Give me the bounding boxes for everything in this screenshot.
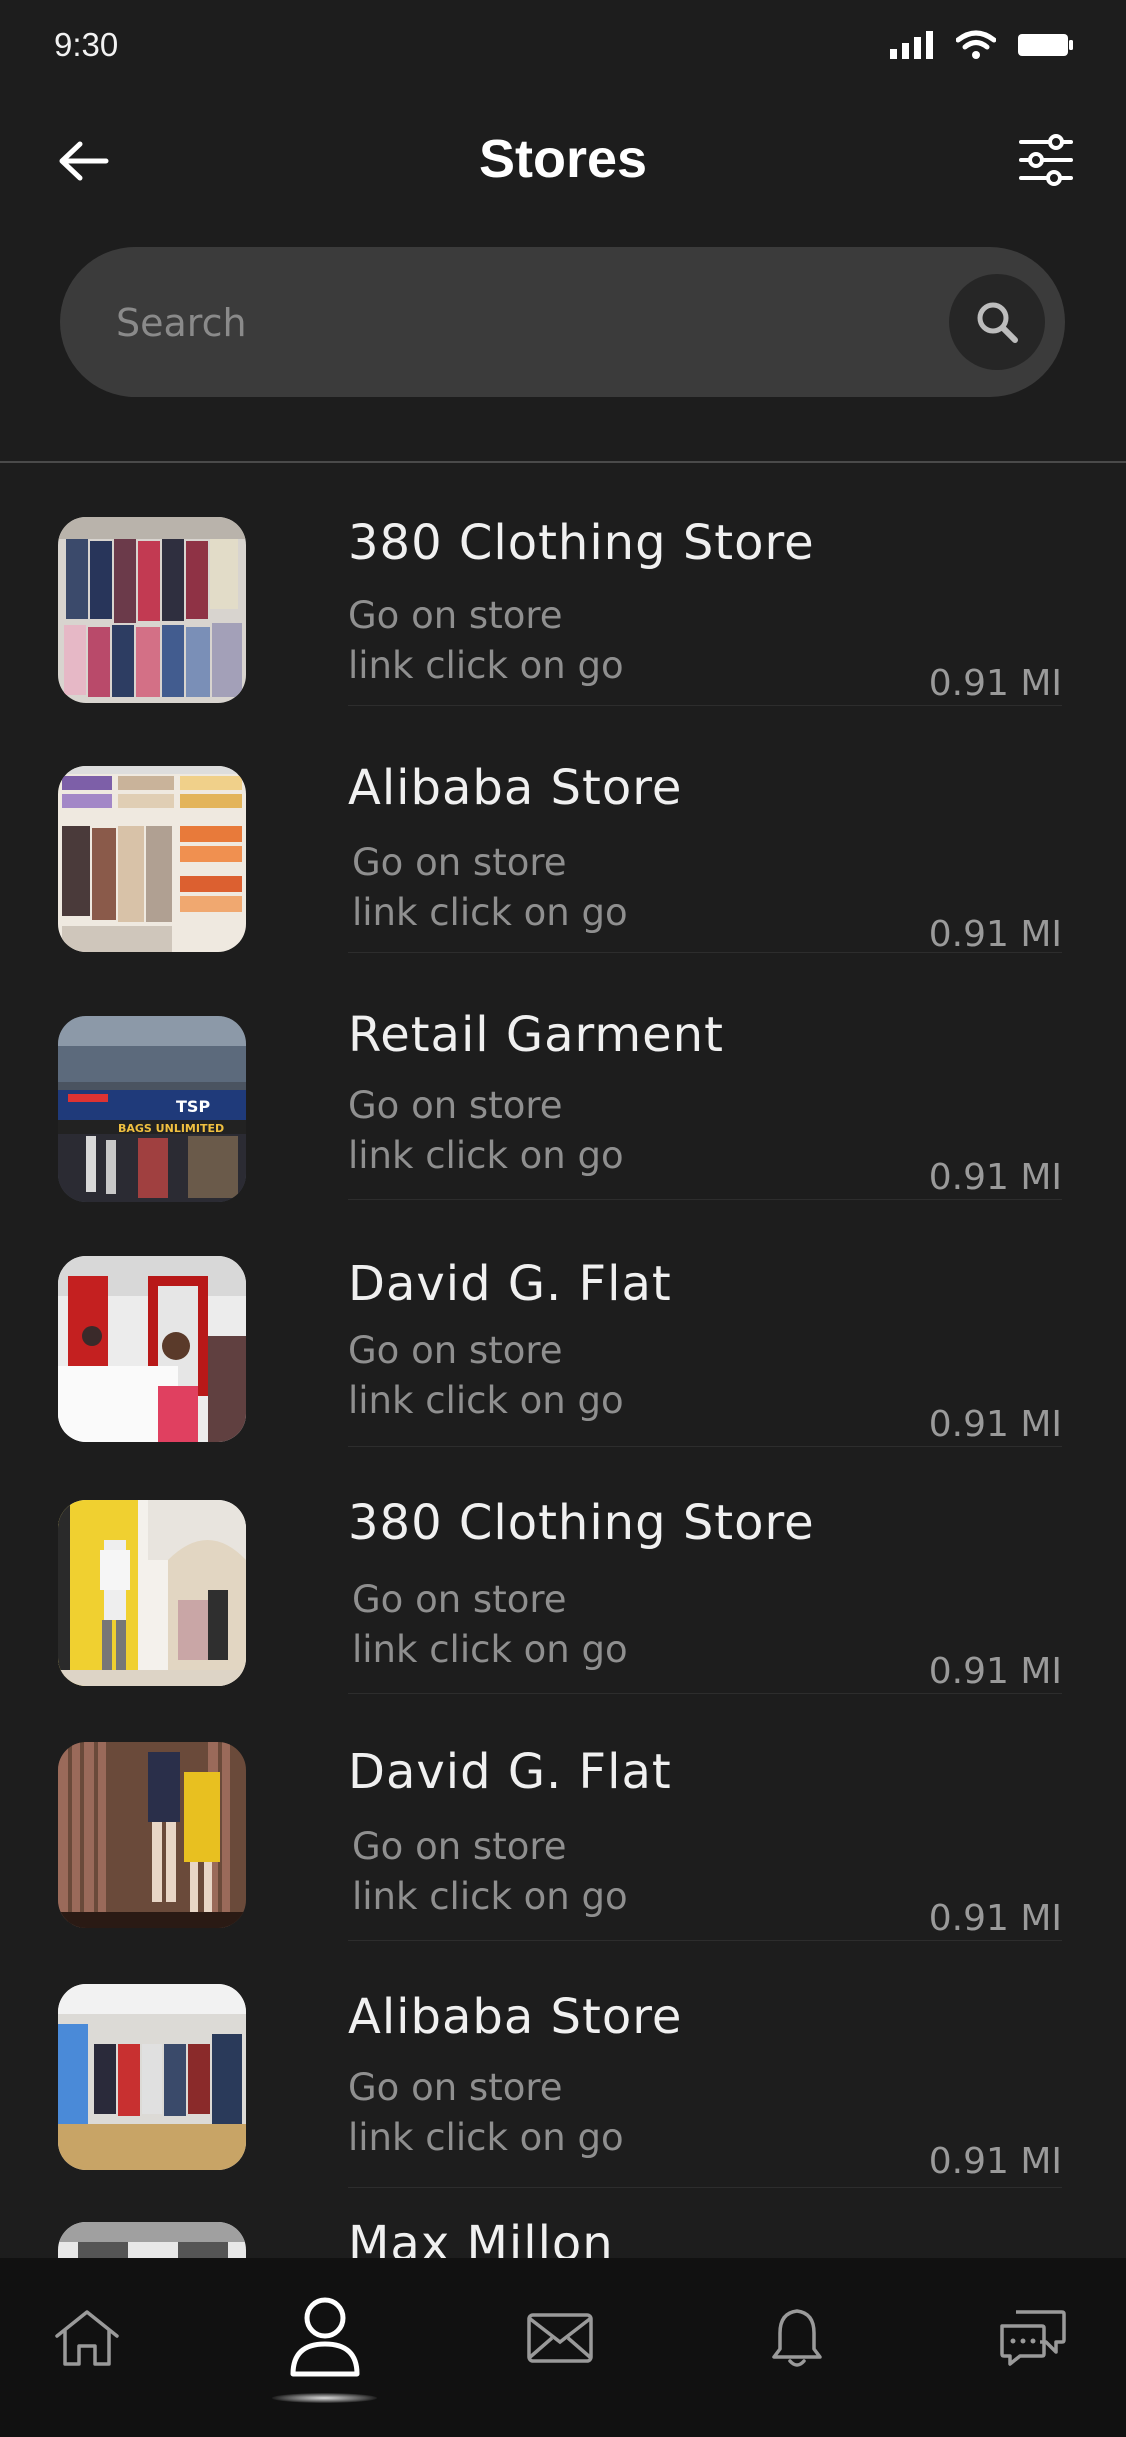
store-distance: 0.91 MI xyxy=(928,914,1062,955)
store-description-line: Go on store xyxy=(348,1329,563,1372)
store-item[interactable]: TSP BAGS UNLIMITED Retail Garment Go on … xyxy=(0,957,1126,1202)
store-thumbnail xyxy=(58,1742,246,1928)
home-icon xyxy=(55,2310,119,2366)
active-indicator xyxy=(272,2393,377,2403)
bottom-nav xyxy=(0,2258,1126,2437)
filter-button[interactable] xyxy=(1018,132,1074,188)
store-item[interactable]: David G. Flat Go on store link click on … xyxy=(0,1204,1126,1447)
store-description-line: Go on store xyxy=(352,1578,567,1621)
profile-icon xyxy=(290,2297,360,2377)
search-icon xyxy=(977,302,1018,343)
chat-icon xyxy=(1000,2310,1066,2366)
store-description-line: link click on go xyxy=(348,1379,624,1422)
store-description-line: link click on go xyxy=(348,2116,624,2159)
store-description-line: link click on go xyxy=(348,1134,624,1177)
store-description-line: Go on store xyxy=(348,2066,563,2109)
store-name: 380 Clothing Store xyxy=(348,515,815,571)
store-name: Retail Garment xyxy=(348,1007,724,1063)
store-distance: 0.91 MI xyxy=(928,1651,1062,1692)
store-thumbnail xyxy=(58,1984,246,2170)
signage-text: TSP xyxy=(176,1097,210,1116)
store-item[interactable]: 380 Clothing Store Go on store link clic… xyxy=(0,1451,1126,1694)
store-description-line: link click on go xyxy=(352,1628,628,1671)
store-list: 380 Clothing Store Go on store link clic… xyxy=(0,463,1126,2258)
store-thumbnail xyxy=(58,1500,246,1686)
item-divider xyxy=(348,1940,1062,1941)
store-item[interactable]: Alibaba Store Go on store link click on … xyxy=(0,710,1126,955)
store-description-line: Go on store xyxy=(348,594,563,637)
item-divider xyxy=(348,952,1062,953)
search-input[interactable] xyxy=(114,247,918,399)
wifi-icon xyxy=(956,30,996,59)
item-divider xyxy=(348,1693,1062,1694)
status-icons xyxy=(890,30,1074,60)
store-description: Go on store link click on go xyxy=(348,591,808,691)
store-thumbnail xyxy=(58,517,246,703)
store-name: 380 Clothing Store xyxy=(348,1495,815,1551)
store-description: Go on store link click on go xyxy=(352,1575,812,1675)
store-item[interactable]: Max Millon xyxy=(0,2192,1126,2258)
store-name: David G. Flat xyxy=(348,1744,672,1800)
store-distance: 0.91 MI xyxy=(928,1898,1062,1939)
store-thumbnail xyxy=(58,1256,246,1442)
battery-icon xyxy=(1018,34,1073,56)
status-time: 9:30 xyxy=(54,26,119,63)
bell-icon xyxy=(772,2309,822,2367)
store-distance: 0.91 MI xyxy=(928,2141,1062,2182)
store-distance: 0.91 MI xyxy=(928,663,1062,704)
store-description-line: link click on go xyxy=(352,1875,628,1918)
store-description-line: link click on go xyxy=(348,644,624,687)
mail-icon xyxy=(527,2313,593,2363)
nav-home[interactable] xyxy=(42,2288,132,2388)
store-item[interactable]: Alibaba Store Go on store link click on … xyxy=(0,1945,1126,2188)
page-title: Stores xyxy=(478,129,648,189)
store-description: Go on store link click on go xyxy=(348,1081,808,1181)
store-item[interactable]: 380 Clothing Store Go on store link clic… xyxy=(0,463,1126,706)
store-description-line: Go on store xyxy=(352,1825,567,1868)
item-divider xyxy=(348,1199,1062,1200)
store-name: Alibaba Store xyxy=(348,1989,683,2045)
search-bar xyxy=(60,247,1065,399)
store-description-line: Go on store xyxy=(348,1084,563,1127)
nav-mail[interactable] xyxy=(515,2288,605,2388)
store-name: Max Millon xyxy=(348,2216,614,2258)
signage-text: BAGS UNLIMITED xyxy=(118,1122,224,1135)
store-distance: 0.91 MI xyxy=(928,1404,1062,1445)
item-divider xyxy=(348,1446,1062,1447)
item-divider xyxy=(348,2187,1062,2188)
nav-profile[interactable] xyxy=(280,2288,370,2388)
item-divider xyxy=(348,705,1062,706)
sliders-icon xyxy=(1019,134,1073,186)
store-thumbnail xyxy=(58,2222,246,2258)
store-item[interactable]: David G. Flat Go on store link click on … xyxy=(0,1698,1126,1941)
header: Stores xyxy=(0,110,1126,210)
store-description-line: link click on go xyxy=(352,891,628,934)
status-bar: 9:30 xyxy=(0,0,1126,95)
nav-chat[interactable] xyxy=(988,2288,1078,2388)
store-description: Go on store link click on go xyxy=(352,1822,812,1922)
store-distance: 0.91 MI xyxy=(928,1157,1062,1198)
store-description: Go on store link click on go xyxy=(348,2063,808,2163)
nav-notifications[interactable] xyxy=(752,2288,842,2388)
store-thumbnail xyxy=(58,766,246,952)
store-name: David G. Flat xyxy=(348,1256,672,1312)
cellular-signal-icon xyxy=(890,31,933,59)
store-name: Alibaba Store xyxy=(348,760,683,816)
store-description: Go on store link click on go xyxy=(352,838,812,938)
store-description-line: Go on store xyxy=(352,841,567,884)
store-thumbnail: TSP BAGS UNLIMITED xyxy=(58,1016,246,1202)
store-description: Go on store link click on go xyxy=(348,1326,808,1426)
search-button[interactable] xyxy=(949,274,1045,370)
